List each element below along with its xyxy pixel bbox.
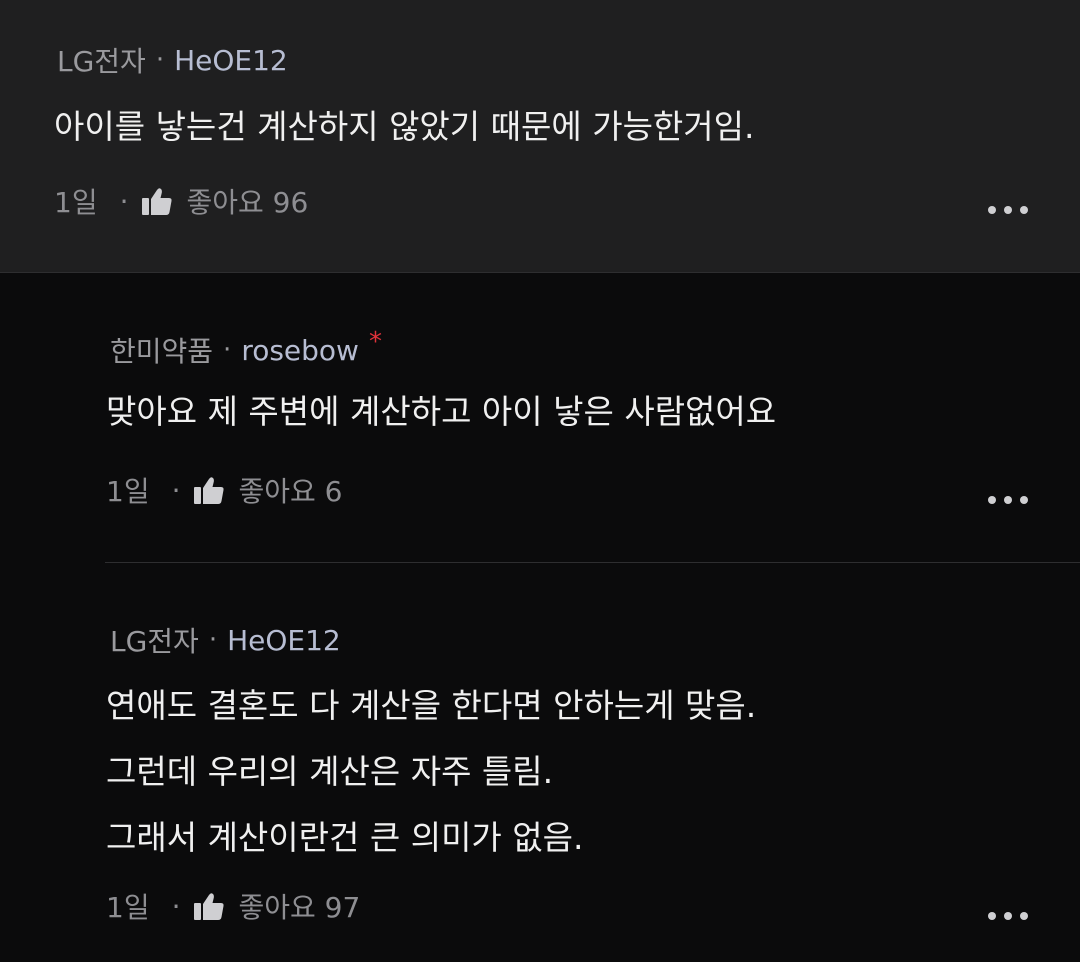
original-poster-marker: *: [368, 327, 382, 357]
like-count[interactable]: 좋아요 6: [238, 470, 342, 510]
comment-body: 아이를 낳는건 계산하지 않았기 때문에 가능한거임.: [54, 94, 755, 160]
more-options-button[interactable]: [988, 205, 1028, 215]
author-nickname[interactable]: HeOE12: [174, 44, 288, 77]
reply-footer: 1일 · 좋아요 6: [106, 470, 342, 510]
thumbs-up-icon[interactable]: [194, 892, 225, 920]
comment-body-line: 아이를 낳는건 계산하지 않았기 때문에 가능한거임.: [54, 107, 755, 146]
author-nickname[interactable]: HeOE12: [227, 624, 341, 657]
reply-body: 맞아요 제 주변에 계산하고 아이 낳은 사람없어요: [106, 379, 776, 445]
separator-dot: ·: [223, 335, 232, 365]
author-company: 한미약품: [110, 335, 214, 368]
separator-dot: ·: [171, 473, 181, 507]
separator-dot: ·: [119, 184, 129, 218]
like-count[interactable]: 좋아요 96: [186, 181, 308, 221]
reply-footer: 1일 · 좋아요 97: [106, 886, 360, 926]
more-horizontal-icon: [988, 206, 996, 214]
more-horizontal-icon: [988, 912, 996, 920]
author-nickname[interactable]: rosebow: [241, 334, 359, 367]
separator-dot: ·: [171, 889, 181, 923]
more-options-button[interactable]: [988, 911, 1028, 921]
like-count[interactable]: 좋아요 97: [238, 886, 360, 926]
comment-time: 1일: [106, 891, 150, 924]
comment-footer: 1일 · 좋아요 96: [54, 181, 308, 221]
reply-divider: [105, 562, 1080, 563]
more-options-button[interactable]: [988, 495, 1028, 505]
reply-author-line: LG전자 · HeOE12: [110, 620, 341, 660]
comment-body-line: 연애도 결혼도 다 계산을 한다면 안하는게 맞음.: [106, 686, 757, 725]
comment-time: 1일: [106, 475, 150, 508]
reply-author-line: 한미약품 · rosebow *: [110, 327, 382, 370]
comment-time: 1일: [54, 186, 98, 219]
comment-author-line: LG전자 · HeOE12: [57, 40, 288, 80]
comment-body-line: 맞아요 제 주변에 계산하고 아이 낳은 사람없어요: [106, 392, 777, 431]
author-company: LG전자: [110, 625, 199, 658]
separator-dot: ·: [155, 45, 165, 75]
author-company: LG전자: [57, 45, 146, 78]
thumbs-up-icon[interactable]: [194, 476, 225, 504]
comment-body-line: 그런데 우리의 계산은 자주 틀림.: [106, 752, 554, 791]
more-horizontal-icon: [988, 496, 996, 504]
thumbs-up-icon[interactable]: [142, 187, 173, 215]
comment-body-line: 그래서 계산이란건 큰 의미가 없음.: [106, 818, 584, 857]
comment-card: LG전자 · HeOE12 아이를 낳는건 계산하지 않았기 때문에 가능한거임…: [0, 0, 1080, 273]
reply-body: 연애도 결혼도 다 계산을 한다면 안하는게 맞음. 그런데 우리의 계산은 자…: [106, 673, 756, 871]
separator-dot: ·: [208, 625, 218, 655]
